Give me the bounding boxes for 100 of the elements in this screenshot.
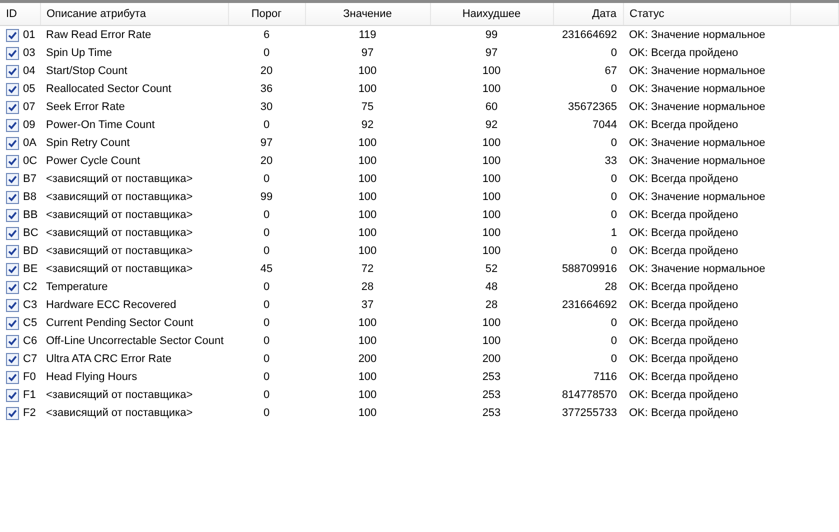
checkbox[interactable] [6, 28, 19, 42]
table-cell: C2 [23, 281, 38, 293]
checkbox[interactable] [6, 298, 19, 312]
table-cell: OK: Значение нормальное [629, 29, 766, 41]
table-cell: 200 [358, 353, 377, 365]
table-cell: 253 [482, 371, 501, 383]
checkbox[interactable] [6, 280, 19, 294]
table-cell: F1 [23, 389, 36, 401]
table-cell: 03 [23, 47, 36, 59]
table-cell: 28 [485, 299, 498, 311]
table-cell: Ultra ATA CRC Error Rate [46, 353, 172, 365]
table-cell: 100 [358, 317, 377, 329]
table-cell: OK: Всегда пройдено [629, 353, 738, 365]
table-cell: <зависящий от поставщика> [46, 389, 193, 401]
table-cell: <зависящий от поставщика> [46, 191, 193, 203]
table-cell: BC [23, 227, 38, 239]
table-cell: 05 [23, 83, 36, 95]
table-cell: 0 [610, 137, 617, 149]
table-cell: 0 [263, 299, 270, 311]
table-cell: OK: Всегда пройдено [629, 389, 738, 401]
table-cell: 6 [263, 29, 270, 41]
table-cell: 7116 [593, 371, 617, 383]
checkbox[interactable] [6, 262, 19, 276]
table-cell: BB [23, 209, 38, 221]
table-cell: 100 [482, 155, 501, 167]
column-header[interactable]: Дата [592, 8, 616, 20]
table-cell: OK: Значение нормальное [629, 191, 766, 203]
table-cell: OK: Значение нормальное [629, 263, 766, 275]
table-cell: 75 [361, 101, 374, 113]
table-cell: 09 [23, 119, 36, 131]
checkbox[interactable] [6, 118, 19, 132]
table-cell: 100 [358, 65, 377, 77]
checkbox[interactable] [6, 82, 19, 96]
table-cell: 07 [23, 101, 36, 113]
table-cell: 588709916 [562, 263, 617, 275]
table-cell: 377255733 [562, 407, 617, 419]
table-cell: OK: Всегда пройдено [629, 299, 738, 311]
table-cell: 72 [361, 263, 374, 275]
checkbox[interactable] [6, 244, 19, 258]
table-cell: 0 [610, 191, 617, 203]
table-cell: F0 [23, 371, 36, 383]
table-cell: F2 [23, 407, 36, 419]
checkbox[interactable] [6, 226, 19, 240]
table-cell: 253 [482, 407, 501, 419]
checkbox[interactable] [6, 46, 19, 60]
table-cell: Reallocated Sector Count [46, 83, 172, 95]
table-cell: Power-On Time Count [46, 119, 155, 131]
checkbox[interactable] [6, 190, 19, 204]
checkbox[interactable] [6, 136, 19, 150]
checkbox[interactable] [6, 172, 19, 186]
table-cell: OK: Всегда пройдено [629, 281, 738, 293]
table-cell: Power Cycle Count [46, 155, 140, 167]
table-cell: 100 [358, 245, 377, 257]
table-cell: C7 [23, 353, 38, 365]
checkbox[interactable] [6, 334, 19, 348]
checkbox[interactable] [6, 64, 19, 78]
checkbox[interactable] [6, 388, 19, 402]
table-cell: 100 [358, 83, 377, 95]
table-cell: 100 [482, 245, 501, 257]
table-cell: 30 [260, 101, 273, 113]
checkbox[interactable] [6, 100, 19, 114]
table-cell: 0 [263, 209, 270, 221]
table-cell: 100 [358, 155, 377, 167]
table-cell: 100 [482, 83, 501, 95]
table-cell: 253 [482, 389, 501, 401]
table-cell: 0 [263, 389, 270, 401]
table-cell: 45 [260, 263, 273, 275]
table-cell: 36 [260, 83, 273, 95]
table-cell: 04 [23, 65, 36, 77]
table-cell: 0 [610, 209, 617, 221]
checkbox[interactable] [6, 370, 19, 384]
table-cell: Spin Retry Count [46, 137, 130, 149]
checkbox[interactable] [6, 154, 19, 168]
column-header[interactable]: Статус [630, 8, 664, 20]
table-cell: 0 [263, 281, 270, 293]
table-cell: 100 [482, 65, 501, 77]
column-header[interactable]: ID [6, 8, 17, 20]
table-cell: 100 [358, 173, 377, 185]
table-cell: 100 [358, 137, 377, 149]
table-cell: OK: Всегда пройдено [629, 47, 738, 59]
table-cell: <зависящий от поставщика> [46, 209, 193, 221]
table-cell: OK: Всегда пройдено [629, 371, 738, 383]
table-cell: 0 [610, 317, 617, 329]
table-cell: 100 [358, 227, 377, 239]
table-cell: 100 [358, 407, 377, 419]
table-cell: 7044 [592, 119, 617, 131]
checkbox[interactable] [6, 352, 19, 366]
table-cell: OK: Всегда пройдено [629, 317, 738, 329]
checkbox[interactable] [6, 316, 19, 330]
checkbox[interactable] [6, 208, 19, 222]
checkbox[interactable] [6, 406, 19, 420]
table-cell: OK: Значение нормальное [629, 83, 766, 95]
table-cell: 1 [610, 227, 617, 239]
table-cell: 67 [604, 65, 617, 77]
table-cell: 37 [361, 299, 374, 311]
table-cell: 99 [485, 29, 498, 41]
table-cell: <зависящий от поставщика> [46, 407, 193, 419]
table-cell: 0 [263, 173, 270, 185]
table-cell: 99 [260, 191, 273, 203]
table-cell: 97 [485, 47, 498, 59]
